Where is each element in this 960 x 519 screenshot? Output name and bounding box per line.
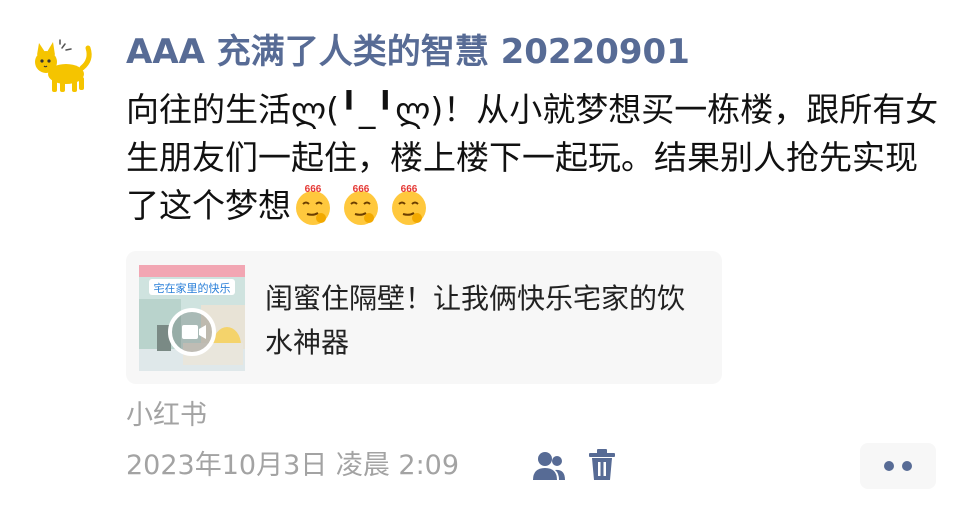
more-dots-icon xyxy=(902,461,912,471)
emoji-label: 666 xyxy=(305,184,322,195)
link-title: 闺蜜住隔壁！让我俩快乐宅家的饮水神器 xyxy=(265,282,686,359)
post-text: 向往的生活ლ(╹_╹ლ)！从小就梦想买一栋楼，跟所有女生朋友们一起住，楼上楼下一… xyxy=(126,86,941,230)
shared-link-card[interactable]: 宅在家里的快乐 闺蜜住隔壁！让我俩快乐宅家的饮水神器 xyxy=(126,251,722,384)
more-dots-icon xyxy=(884,461,894,471)
timestamp: 2023年10月3日 凌晨 2:09 xyxy=(126,450,460,481)
link-thumbnail: 宅在家里的快乐 xyxy=(139,265,245,371)
thinking-666-emoji-icon: 666 xyxy=(339,183,383,227)
video-play-icon xyxy=(168,308,216,356)
more-button[interactable] xyxy=(860,443,936,489)
post-body: 向往的生活ლ(╹_╹ლ)！从小就梦想买一栋楼，跟所有女生朋友们一起住，楼上楼下一… xyxy=(126,90,939,225)
trash-icon[interactable] xyxy=(587,448,617,482)
avatar[interactable] xyxy=(32,38,96,94)
thinking-666-emoji-icon: 666 xyxy=(291,183,335,227)
emoji-label: 666 xyxy=(401,184,418,195)
friends-icon[interactable] xyxy=(531,450,567,482)
author-name[interactable]: AAA 充满了人类的智慧 20220901 xyxy=(126,28,690,76)
thinking-666-emoji-icon: 666 xyxy=(387,183,431,227)
source-label[interactable]: 小红书 xyxy=(126,396,207,436)
cat-avatar-icon xyxy=(35,39,92,92)
emoji-label: 666 xyxy=(353,184,370,195)
